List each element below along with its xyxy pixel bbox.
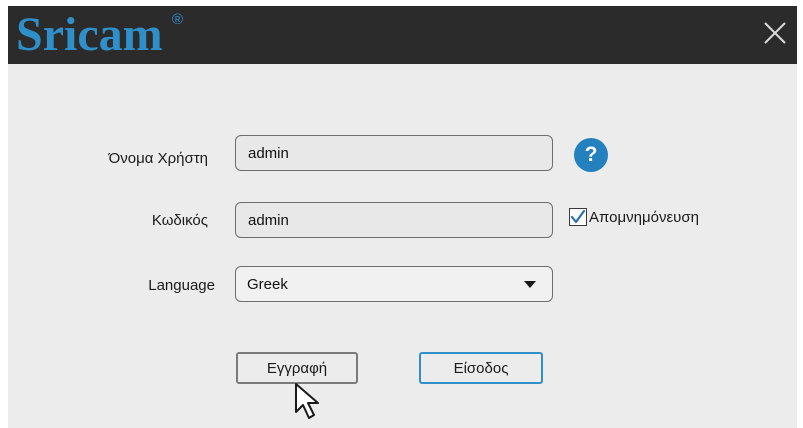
login-window: Sricam ® Όνομα Χρήστη ? Κωδικός Απομνημό… — [8, 6, 797, 428]
chevron-down-icon[interactable] — [524, 281, 536, 288]
username-label: Όνομα Χρήστη — [108, 150, 208, 167]
password-label: Κωδικός — [151, 212, 208, 229]
username-input[interactable] — [235, 135, 553, 171]
trademark-symbol: ® — [172, 11, 184, 28]
password-input[interactable] — [235, 202, 553, 238]
remember-me-label: Απομνημόνευση — [589, 208, 699, 226]
close-button[interactable] — [757, 15, 793, 51]
checkmark-icon — [570, 209, 586, 224]
brand-logo: Sricam — [16, 8, 163, 61]
language-label: Language — [148, 277, 215, 294]
close-icon — [764, 22, 786, 44]
help-icon[interactable]: ? — [574, 138, 608, 172]
register-button[interactable]: Εγγραφή — [236, 352, 358, 384]
checkbox-box[interactable] — [569, 208, 587, 226]
remember-me-checkbox[interactable]: Απομνημόνευση — [569, 206, 699, 228]
mouse-cursor-icon — [295, 383, 319, 419]
login-button[interactable]: Είσοδος — [419, 352, 543, 384]
language-select[interactable]: Greek — [235, 266, 553, 302]
title-bar: Sricam ® — [8, 6, 797, 64]
language-select-value: Greek — [247, 276, 288, 293]
